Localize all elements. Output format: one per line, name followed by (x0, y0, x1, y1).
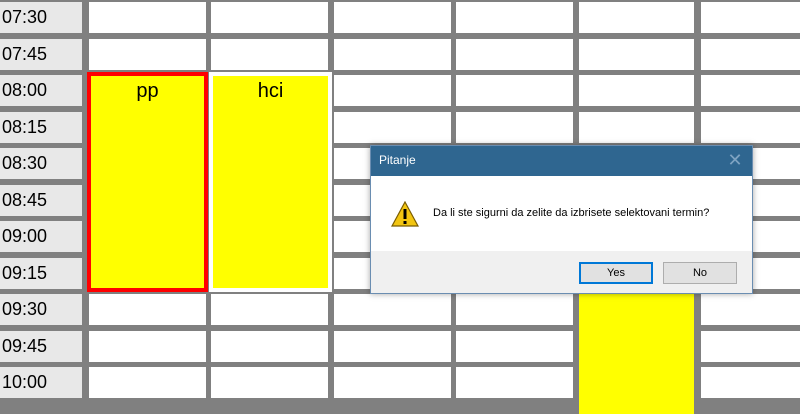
schedule-cell[interactable] (334, 294, 451, 325)
schedule-cell[interactable] (456, 2, 573, 33)
schedule-cell[interactable] (456, 331, 573, 362)
event-hci[interactable]: hci (209, 72, 332, 292)
schedule-cell[interactable] (579, 75, 694, 106)
dialog-title: Pitanje (379, 153, 416, 167)
time-label: 09:00 (0, 221, 82, 252)
schedule-cell[interactable] (334, 112, 451, 143)
time-label: 08:30 (0, 148, 82, 179)
schedule-cell[interactable] (334, 2, 451, 33)
time-label: 08:00 (0, 75, 82, 106)
schedule-cell[interactable] (334, 331, 451, 362)
no-button[interactable]: No (663, 262, 737, 284)
time-label: 09:30 (0, 294, 82, 325)
schedule-cell[interactable] (89, 39, 206, 70)
schedule-cell[interactable] (89, 294, 206, 325)
schedule-cell[interactable] (701, 39, 800, 70)
schedule-cell[interactable] (334, 75, 451, 106)
schedule-cell[interactable] (211, 367, 328, 398)
schedule-cell[interactable] (701, 75, 800, 106)
schedule-cell[interactable] (701, 2, 800, 33)
event-block[interactable] (579, 284, 694, 414)
schedule-cell[interactable] (701, 367, 800, 398)
time-label: 09:15 (0, 258, 82, 289)
event-pp[interactable]: pp (87, 72, 208, 292)
time-label: 10:00 (0, 367, 82, 398)
schedule-cell[interactable] (211, 331, 328, 362)
time-label: 09:45 (0, 331, 82, 362)
schedule-cell[interactable] (456, 75, 573, 106)
yes-button[interactable]: Yes (579, 262, 653, 284)
schedule-cell[interactable] (456, 112, 573, 143)
dialog-title-bar: Pitanje (371, 146, 752, 176)
close-icon[interactable]: ✕ (726, 150, 744, 170)
schedule-cell[interactable] (701, 294, 800, 325)
schedule-cell[interactable] (579, 39, 694, 70)
schedule-cell[interactable] (89, 2, 206, 33)
schedule-cell[interactable] (334, 367, 451, 398)
warning-icon (391, 201, 419, 227)
schedule-cell[interactable] (211, 294, 328, 325)
schedule-cell[interactable] (456, 294, 573, 325)
schedule-cell[interactable] (211, 2, 328, 33)
time-label: 07:45 (0, 39, 82, 70)
schedule-cell[interactable] (456, 367, 573, 398)
schedule-cell[interactable] (701, 112, 800, 143)
event-hci-label: hci (257, 80, 284, 102)
schedule-cell[interactable] (579, 2, 694, 33)
schedule-cell[interactable] (334, 39, 451, 70)
dialog-message: Da li ste sigurni da zelite da izbrisete… (433, 207, 710, 219)
schedule-cell[interactable] (211, 39, 328, 70)
schedule-cell[interactable] (456, 39, 573, 70)
schedule-cell[interactable] (701, 331, 800, 362)
schedule-cell[interactable] (89, 367, 206, 398)
time-label: 08:45 (0, 185, 82, 216)
confirm-dialog: Pitanje ✕ Da li ste sigurni da zelite da… (370, 145, 753, 294)
event-pp-label: pp (136, 80, 159, 102)
time-label: 08:15 (0, 112, 82, 143)
schedule-cell[interactable] (579, 112, 694, 143)
schedule-cell[interactable] (89, 331, 206, 362)
time-label: 07:30 (0, 2, 82, 33)
